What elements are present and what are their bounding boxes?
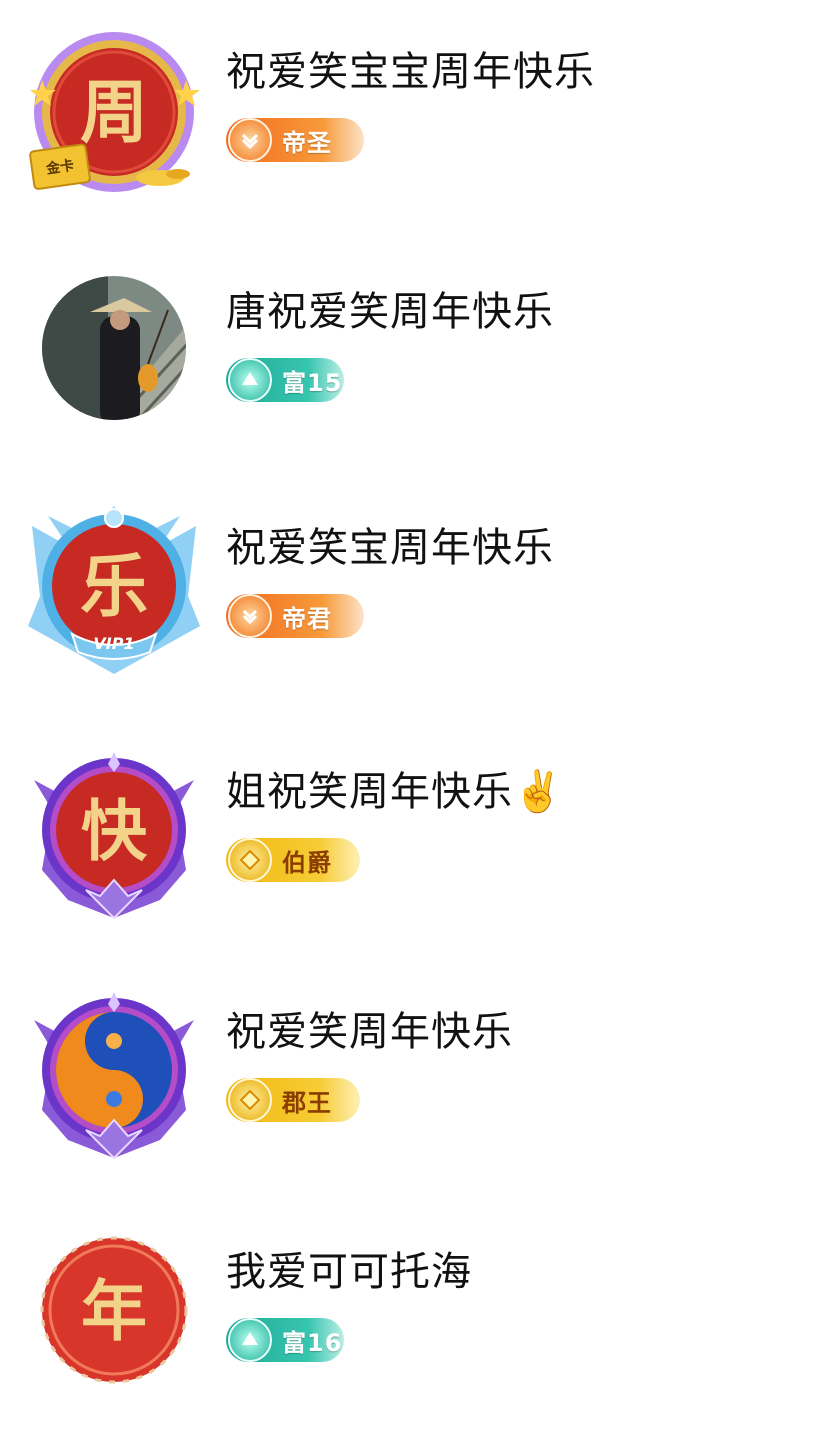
avatar-char: 年: [81, 1272, 147, 1350]
list-item[interactable]: 乐 VIP1 祝爱笑宝周年快乐 帝君: [0, 506, 823, 706]
avatar[interactable]: 年: [28, 1230, 200, 1402]
badge-label: 富15: [282, 368, 343, 397]
diamond-icon: [228, 358, 272, 402]
user-name-text: 姐祝笑周年快乐: [226, 769, 513, 815]
level-badge: 伯爵: [226, 838, 360, 882]
level-badge: 郡王: [226, 1078, 360, 1122]
user-name: 祝爱笑周年快乐: [226, 1009, 513, 1055]
wheat-icon: [228, 118, 272, 162]
victory-hand-emoji: ✌️: [513, 769, 564, 815]
list-item[interactable]: 祝爱笑周年快乐 郡王: [0, 990, 823, 1190]
user-name: 我爱可可托海: [226, 1249, 472, 1295]
list-item[interactable]: 年 我爱可可托海 富16: [0, 1230, 823, 1430]
level-badge: 帝君: [226, 594, 364, 638]
badge-label: 伯爵: [282, 848, 332, 877]
badge-label: 帝君: [282, 604, 332, 633]
avatar[interactable]: 周 金卡: [28, 30, 200, 202]
avatar-red-plain: 年: [40, 1236, 188, 1384]
avatar[interactable]: [28, 270, 200, 442]
avatar-char: 周: [80, 73, 148, 153]
chevron-icon: [228, 594, 272, 638]
list-item[interactable]: 唐祝爱笑周年快乐 富15: [0, 270, 823, 470]
user-name: 姐祝笑周年快乐✌️: [226, 764, 564, 820]
level-badge: 富16: [226, 1318, 344, 1362]
user-name: 祝爱笑宝周年快乐: [226, 525, 554, 571]
gem-icon: [228, 838, 272, 882]
avatar[interactable]: 快: [28, 750, 200, 922]
avatar-frame-vip-blue: 乐 VIP1: [28, 506, 200, 674]
list-item[interactable]: 周 金卡 祝爱笑宝宝周年快乐 帝圣: [0, 30, 823, 230]
avatar[interactable]: [28, 990, 200, 1162]
user-name: 唐祝爱笑周年快乐: [226, 289, 554, 335]
avatar-vip-label: VIP1: [93, 634, 134, 653]
avatar-frame-yin-yang: [34, 992, 194, 1160]
diamond-icon: [228, 1318, 272, 1362]
avatar-photo: [42, 276, 186, 420]
avatar-frame-purple: 快: [34, 752, 194, 920]
badge-label: 富16: [282, 1328, 343, 1357]
badge-label: 帝圣: [282, 128, 332, 157]
avatar-frame-gold-card: 周 金卡: [29, 32, 200, 192]
avatar[interactable]: 乐 VIP1: [28, 506, 200, 678]
level-badge: 帝圣: [226, 118, 364, 162]
avatar-char: 快: [81, 792, 148, 870]
gem-icon: [228, 1078, 272, 1122]
avatar-char: 乐: [80, 547, 148, 627]
list-item[interactable]: 快 姐祝笑周年快乐✌️ 伯爵: [0, 750, 823, 950]
level-badge: 富15: [226, 358, 344, 402]
user-name: 祝爱笑宝宝周年快乐: [226, 49, 595, 95]
badge-label: 郡王: [282, 1088, 332, 1117]
